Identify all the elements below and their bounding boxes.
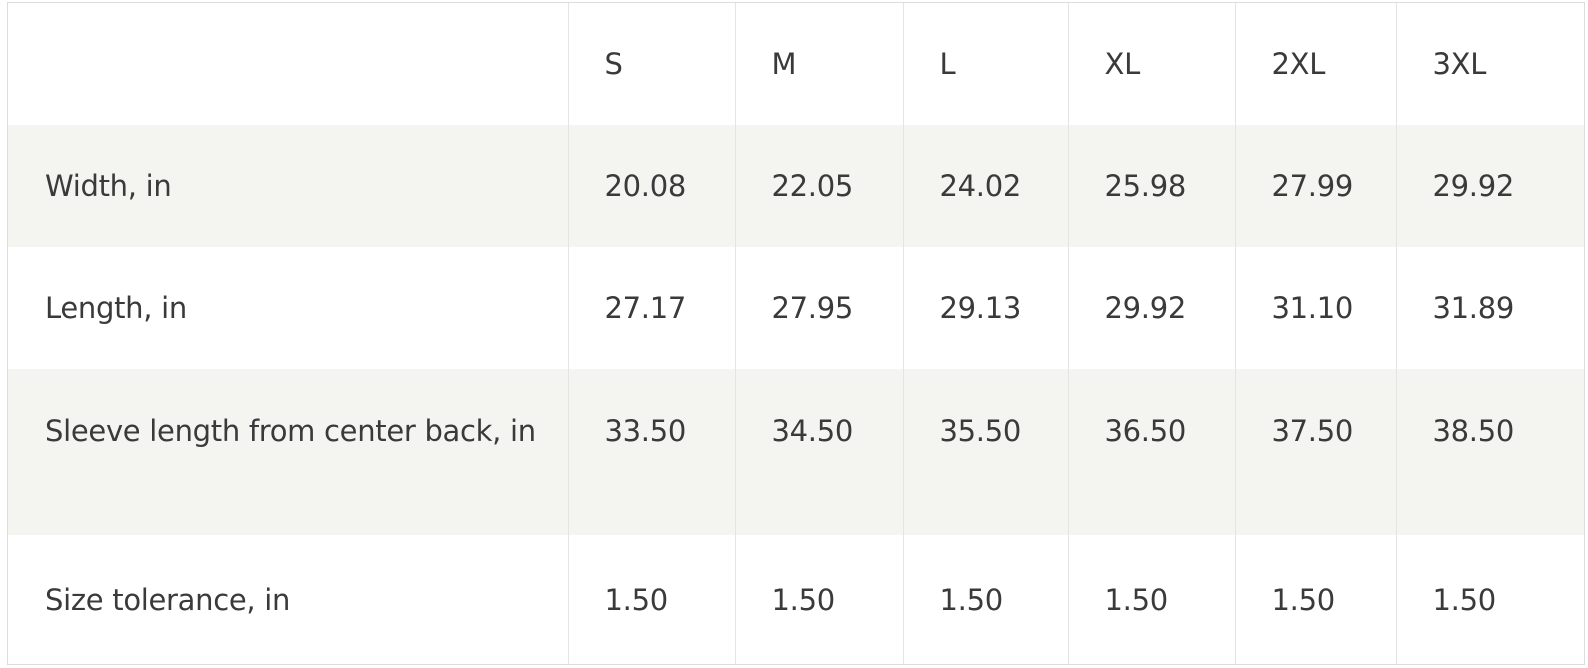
table-cell: 1.50 [735,535,904,664]
table-cell: 29.13 [903,247,1069,369]
table-row-length: Length, in 27.17 27.95 29.13 29.92 31.10… [8,247,1584,369]
table-cell: 31.89 [1432,291,1515,325]
table-cell: 24.02 [903,125,1069,247]
size-header-3xl: 3XL [1432,47,1487,81]
size-header-row: S M L XL 2XL 3XL [8,3,1584,125]
table-cell: 25.98 [1068,125,1236,247]
row-label: Length, in [8,247,569,369]
size-header-xl: XL [1068,3,1236,125]
size-chart-container: S M L XL 2XL 3XL Width, in 20.08 22.05 2… [7,2,1585,665]
table-row-size-tolerance: Size tolerance, in 1.50 1.50 1.50 1.50 1… [8,535,1584,664]
table-cell: 34.50 [735,369,904,535]
size-header-l: L [903,3,1069,125]
table-cell: 37.50 [1235,369,1397,535]
table-cell: 1.50 [903,535,1069,664]
size-header-2xl: 2XL [1235,3,1397,125]
size-header-s: S [568,3,736,125]
table-cell: 29.92 [1432,169,1515,203]
table-cell: 31.10 [1235,247,1397,369]
table-cell: 33.50 [568,369,736,535]
row-label: Width, in [8,125,569,247]
table-cell: 1.50 [568,535,736,664]
table-cell: 1.50 [1235,535,1397,664]
table-row-width: Width, in 20.08 22.05 24.02 25.98 27.99 … [8,125,1584,247]
table-row-sleeve-length: Sleeve length from center back, in 33.50… [8,369,1584,535]
table-cell: 27.17 [568,247,736,369]
size-header-m: M [735,3,904,125]
size-chart-table: S M L XL 2XL 3XL Width, in 20.08 22.05 2… [8,3,1584,664]
table-cell: 1.50 [1432,582,1497,617]
row-label: Sleeve length from center back, in [8,369,569,535]
table-cell: 1.50 [1068,535,1236,664]
table-cell: 22.05 [735,125,904,247]
table-cell: 20.08 [568,125,736,247]
table-cell: 27.99 [1235,125,1397,247]
row-label: Size tolerance, in [8,535,569,664]
table-cell: 38.50 [1432,414,1515,448]
table-cell: 35.50 [903,369,1069,535]
header-corner-cell [8,3,569,125]
table-cell: 29.92 [1068,247,1236,369]
table-cell: 27.95 [735,247,904,369]
table-cell: 36.50 [1068,369,1236,535]
